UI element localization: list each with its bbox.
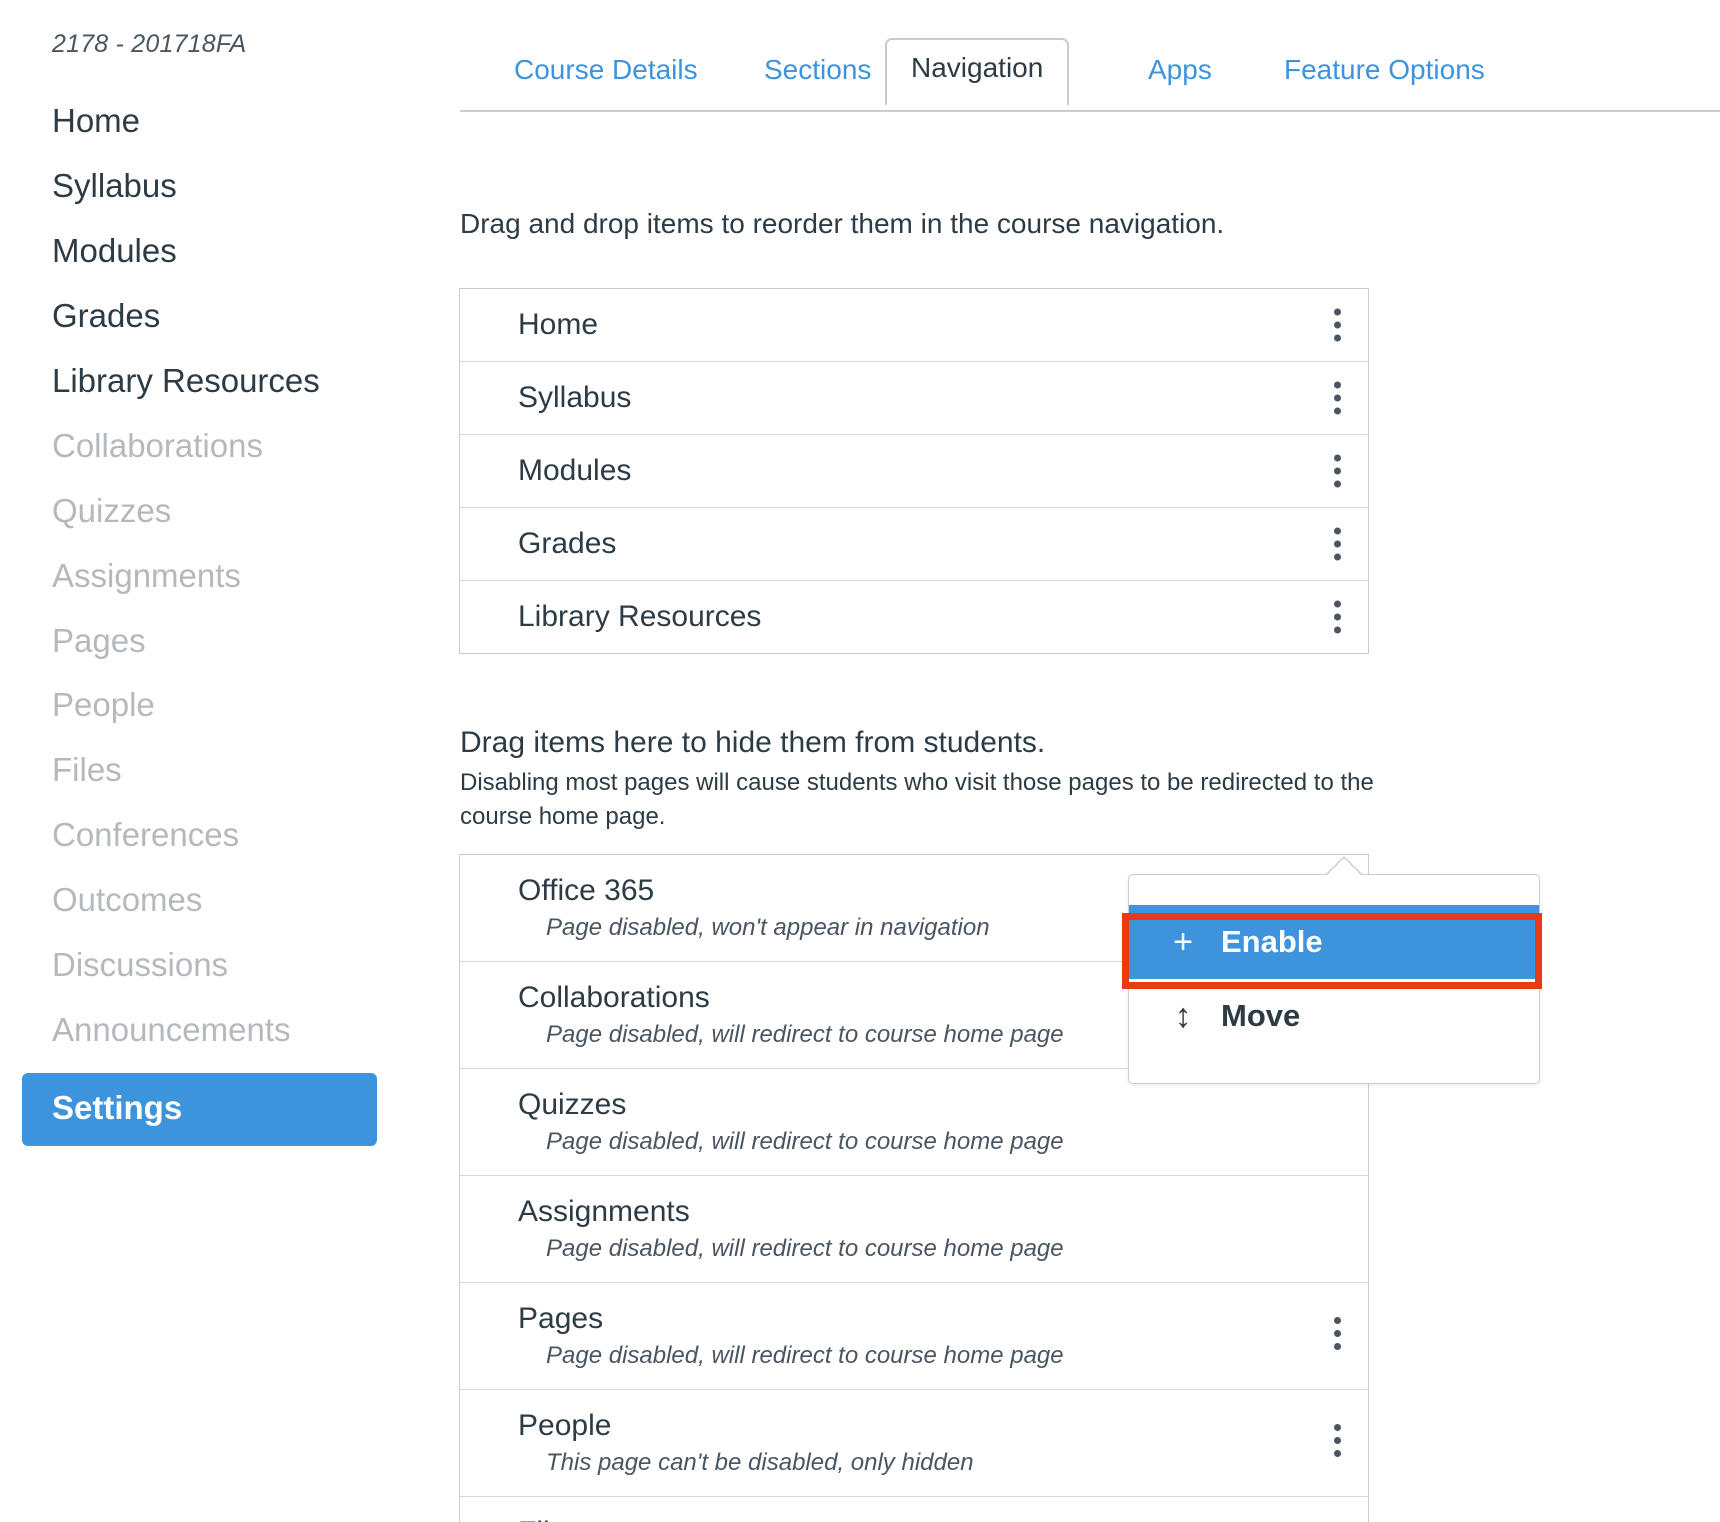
menu-item-move-label: Move — [1221, 998, 1301, 1033]
nav-item-description: This page can't be disabled, only hidden — [546, 1449, 974, 1477]
tab-navigation[interactable]: Navigation — [885, 38, 1070, 106]
nav-item-label: Library Resources — [518, 600, 762, 633]
nav-item-label: Quizzes — [518, 1088, 627, 1122]
course-code-label: 2178 - 201718FA — [52, 30, 247, 58]
nav-item-label: Assignments — [518, 1195, 690, 1229]
kebab-menu-icon[interactable] — [1332, 381, 1342, 415]
sidebar-item-people[interactable]: People — [0, 673, 455, 738]
nav-item-description: Page disabled, will redirect to course h… — [546, 1128, 1064, 1156]
nav-row[interactable]: Syllabus — [460, 362, 1368, 435]
nav-item-label: Pages — [518, 1302, 604, 1336]
nav-row[interactable]: Grades — [460, 508, 1368, 581]
canvas-course-settings-page: 2178 - 201718FA Home Syllabus Modules Grade… — [0, 0, 1720, 1522]
kebab-menu-icon[interactable] — [1332, 1317, 1342, 1351]
kebab-menu-icon[interactable] — [1332, 1424, 1342, 1458]
sidebar-item-syllabus[interactable]: Syllabus — [0, 154, 455, 219]
sidebar-item-files[interactable]: Files — [0, 738, 455, 803]
nav-row[interactable]: Library Resources — [460, 581, 1368, 653]
hide-section-subtext: Disabling most pages will cause students… — [460, 769, 1374, 831]
settings-tab-bar: Course Details Sections Navigation Apps … — [460, 0, 1720, 112]
nav-row[interactable]: Assignments Page disabled, will redirect … — [460, 1176, 1368, 1284]
nav-item-label: Home — [518, 308, 599, 341]
kebab-menu-icon[interactable] — [1332, 600, 1342, 634]
menu-item-move[interactable]: ↕ Move — [1129, 979, 1539, 1053]
nav-row[interactable]: FilesPage disabled, will redirect to cou… — [460, 1497, 1368, 1522]
sidebar-item-outcomes[interactable]: Outcomes — [0, 868, 455, 933]
popup-tail-fill — [1326, 858, 1362, 876]
sidebar-nav-list: Home Syllabus Modules Grades Library Resourc… — [0, 89, 455, 1146]
nav-item-label: Syllabus — [518, 381, 632, 414]
sidebar-item-grades[interactable]: Grades — [0, 284, 455, 349]
kebab-menu-icon[interactable] — [1332, 454, 1342, 488]
item-options-popup-menu[interactable]: + Enable ↕ Move — [1128, 856, 1540, 1084]
tab-course-details[interactable]: Course Details — [492, 40, 720, 104]
menu-item-enable[interactable]: + Enable — [1129, 905, 1539, 979]
nav-row[interactable]: Pages Page disabled, will redirect to cou… — [460, 1283, 1368, 1391]
tab-bar-underline — [460, 110, 1720, 112]
tab-sections[interactable]: Sections — [742, 40, 893, 104]
nav-item-label: People — [518, 1409, 612, 1443]
menu-item-enable-label: Enable — [1221, 924, 1323, 959]
nav-row[interactable]: People This page can't be disabled, only … — [460, 1390, 1368, 1498]
nav-item-label: Modules — [518, 454, 632, 487]
sidebar-item-library-resources[interactable]: Library Resources — [0, 349, 455, 414]
plus-icon: + — [1173, 923, 1193, 961]
nav-row[interactable]: Home — [460, 289, 1368, 362]
course-sidebar: 2178 - 201718FA Home Syllabus Modules Grade… — [0, 0, 455, 1522]
nav-item-description: Page disabled, will redirect to course h… — [546, 1235, 1064, 1263]
up-down-arrow-icon: ↕ — [1174, 997, 1192, 1035]
nav-item-label: Grades — [518, 527, 617, 560]
main-content: Course Details Sections Navigation Apps … — [455, 0, 1720, 1522]
sidebar-item-assignments[interactable]: Assignments — [0, 544, 455, 609]
sidebar-item-home[interactable]: Home — [0, 89, 455, 154]
sidebar-item-announcements[interactable]: Announcements — [0, 998, 455, 1063]
hide-section-heading: Drag items here to hide them from studen… — [460, 726, 1046, 759]
tab-feature-options[interactable]: Feature Options — [1262, 40, 1507, 104]
sidebar-item-conferences[interactable]: Conferences — [0, 803, 455, 868]
sidebar-item-collaborations[interactable]: Collaborations — [0, 414, 455, 479]
sidebar-item-modules[interactable]: Modules — [0, 219, 455, 284]
popup-top-padding — [1129, 875, 1539, 905]
kebab-menu-icon[interactable] — [1332, 308, 1342, 342]
sidebar-item-pages[interactable]: Pages — [0, 609, 455, 674]
nav-row[interactable]: Modules — [460, 435, 1368, 508]
kebab-menu-icon[interactable] — [1332, 527, 1342, 561]
popup-bottom-padding — [1129, 1053, 1539, 1083]
tab-apps[interactable]: Apps — [1126, 40, 1234, 104]
nav-item-label: Files — [518, 1515, 1308, 1522]
sidebar-item-settings[interactable]: Settings — [22, 1073, 377, 1146]
sidebar-item-discussions[interactable]: Discussions — [0, 933, 455, 998]
nav-item-description: Page disabled, will redirect to course h… — [546, 1342, 1064, 1370]
nav-row[interactable]: Quizzes Page disabled, will redirect to c… — [460, 1069, 1368, 1177]
enabled-navigation-list[interactable]: Home Syllabus Modules Grades Library Resourc… — [459, 288, 1369, 654]
sidebar-item-quizzes[interactable]: Quizzes — [0, 479, 455, 544]
reorder-instruction-text: Drag and drop items to reorder them in t… — [460, 208, 1225, 239]
